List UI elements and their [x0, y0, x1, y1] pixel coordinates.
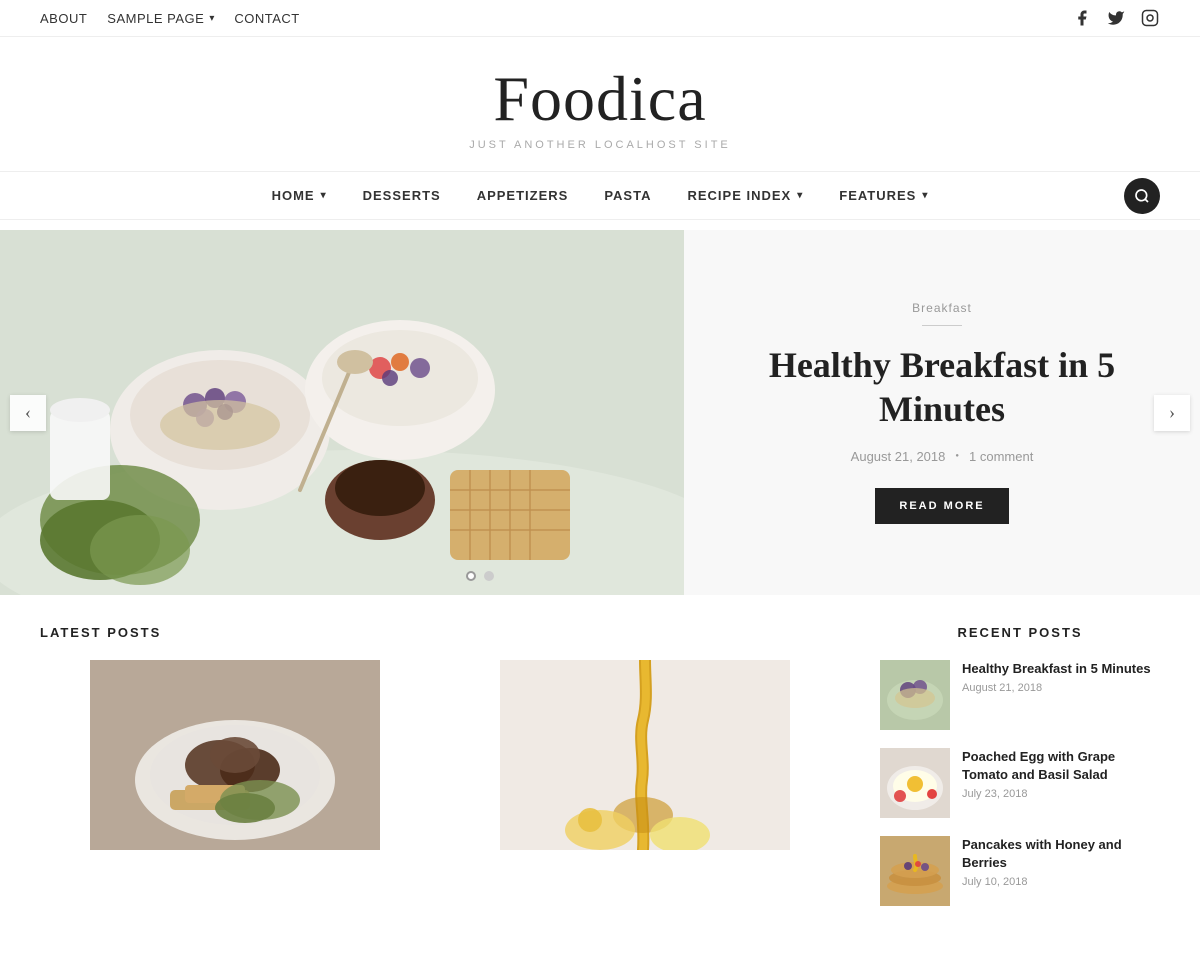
- top-nav-about[interactable]: ABOUT: [40, 11, 87, 26]
- nav-features[interactable]: FEATURES ▾: [821, 172, 946, 219]
- post-card-2[interactable]: [450, 660, 840, 850]
- recent-post-title-1: Healthy Breakfast in 5 Minutes: [962, 660, 1160, 678]
- recent-post-thumb-2: [880, 748, 950, 818]
- recent-post-title-3: Pancakes with Honey and Berries: [962, 836, 1160, 872]
- recent-post-date-1: August 21, 2018: [962, 682, 1160, 694]
- social-links: [1072, 8, 1160, 28]
- nav-desserts[interactable]: DESSERTS: [345, 172, 459, 219]
- hero-title: Healthy Breakfast in 5 Minutes: [734, 344, 1150, 430]
- twitter-icon[interactable]: [1106, 8, 1126, 28]
- top-nav-links: ABOUT SAMPLE PAGE ▾ CONTACT: [40, 11, 300, 26]
- hero-slider: Breakfast Healthy Breakfast in 5 Minutes…: [0, 230, 1200, 595]
- recent-post-title-2: Poached Egg with Grape Tomato and Basil …: [962, 748, 1160, 784]
- recent-post-date-3: July 10, 2018: [962, 876, 1160, 888]
- main-content: LATEST POSTS: [40, 625, 840, 924]
- latest-posts-title: LATEST POSTS: [40, 625, 840, 640]
- hero-content: Breakfast Healthy Breakfast in 5 Minutes…: [684, 230, 1200, 595]
- hero-comments: 1 comment: [969, 449, 1033, 464]
- recent-post-item-2[interactable]: Poached Egg with Grape Tomato and Basil …: [880, 748, 1160, 818]
- slider-dots: [466, 571, 494, 581]
- post-card-1[interactable]: [40, 660, 430, 850]
- recipe-index-chevron-icon: ▾: [797, 190, 803, 201]
- post-image-1: [40, 660, 430, 850]
- recent-post-info-2: Poached Egg with Grape Tomato and Basil …: [962, 748, 1160, 800]
- sample-page-chevron-icon: ▾: [209, 13, 214, 24]
- home-chevron-icon: ▾: [321, 190, 327, 201]
- sidebar: RECENT POSTS Healthy Breakfast in 5 Minu…: [880, 625, 1160, 924]
- top-navigation: ABOUT SAMPLE PAGE ▾ CONTACT: [0, 0, 1200, 37]
- recent-posts-title: RECENT POSTS: [880, 625, 1160, 640]
- hero-food-image: [0, 230, 720, 595]
- recent-post-thumb-1: [880, 660, 950, 730]
- top-nav-contact[interactable]: CONTACT: [234, 11, 299, 26]
- slider-prev-button[interactable]: ‹: [10, 395, 46, 431]
- search-button[interactable]: [1124, 178, 1160, 214]
- main-navigation: HOME ▾ DESSERTS APPETIZERS PASTA RECIPE …: [0, 171, 1200, 220]
- instagram-icon[interactable]: [1140, 8, 1160, 28]
- main-nav-items: HOME ▾ DESSERTS APPETIZERS PASTA RECIPE …: [254, 172, 947, 219]
- site-tagline: JUST ANOTHER LOCALHOST SITE: [40, 139, 1160, 151]
- hero-divider: [922, 325, 962, 326]
- slider-next-button[interactable]: ›: [1154, 395, 1190, 431]
- hero-date: August 21, 2018: [851, 449, 946, 464]
- nav-recipe-index[interactable]: RECIPE INDEX ▾: [669, 172, 821, 219]
- hero-category: Breakfast: [912, 301, 972, 315]
- slider-dot-2[interactable]: [484, 571, 494, 581]
- sample-page-label: SAMPLE PAGE: [107, 11, 204, 26]
- recent-post-item-3[interactable]: Pancakes with Honey and Berries July 10,…: [880, 836, 1160, 906]
- nav-appetizers[interactable]: APPETIZERS: [459, 172, 587, 219]
- content-area: LATEST POSTS: [0, 595, 1200, 954]
- nav-home[interactable]: HOME ▾: [254, 172, 345, 219]
- recent-post-date-2: July 23, 2018: [962, 788, 1160, 800]
- recent-post-item-1[interactable]: Healthy Breakfast in 5 Minutes August 21…: [880, 660, 1160, 730]
- read-more-button[interactable]: READ MORE: [875, 488, 1008, 524]
- recent-post-info-1: Healthy Breakfast in 5 Minutes August 21…: [962, 660, 1160, 694]
- slider-dot-1[interactable]: [466, 571, 476, 581]
- facebook-icon[interactable]: [1072, 8, 1092, 28]
- nav-pasta[interactable]: PASTA: [586, 172, 669, 219]
- hero-image: [0, 230, 720, 595]
- posts-grid: [40, 660, 840, 850]
- recent-post-thumb-3: [880, 836, 950, 906]
- recent-post-info-3: Pancakes with Honey and Berries July 10,…: [962, 836, 1160, 888]
- hero-meta-dot: ●: [955, 453, 959, 459]
- top-nav-sample-page[interactable]: SAMPLE PAGE ▾: [107, 11, 214, 26]
- site-header: Foodica JUST ANOTHER LOCALHOST SITE: [0, 37, 1200, 171]
- post-image-2: [450, 660, 840, 850]
- site-title: Foodica: [40, 67, 1160, 131]
- features-chevron-icon: ▾: [922, 190, 928, 201]
- hero-meta: August 21, 2018 ● 1 comment: [851, 449, 1034, 464]
